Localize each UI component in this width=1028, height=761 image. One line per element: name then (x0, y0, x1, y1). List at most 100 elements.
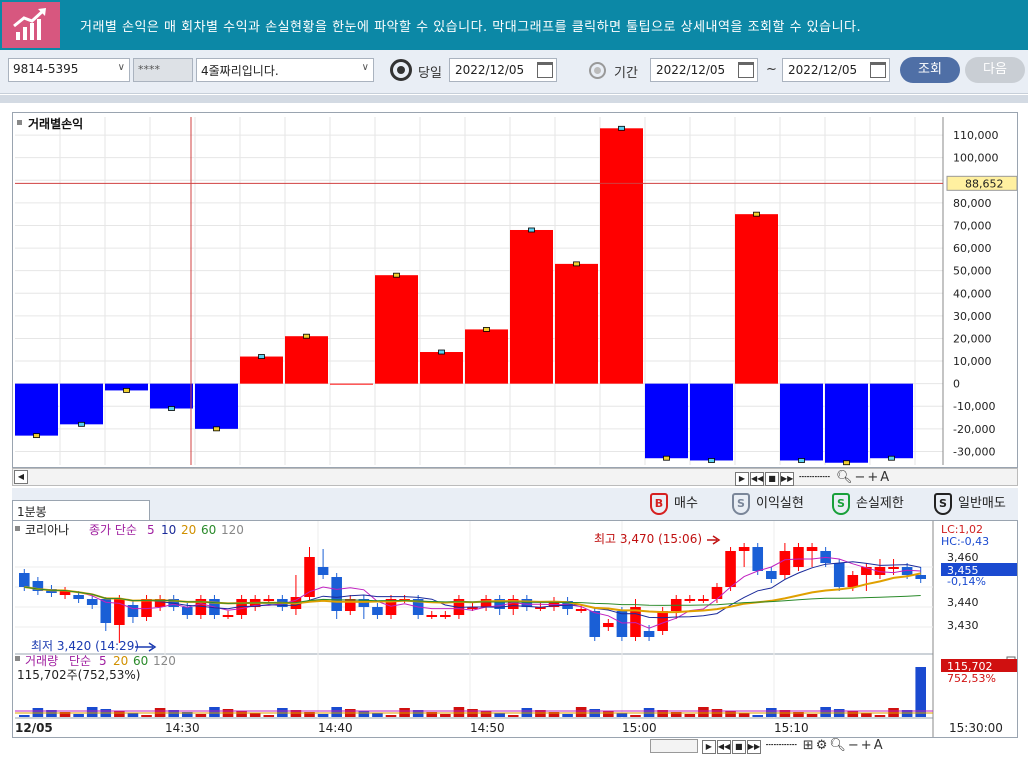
candle (766, 571, 777, 579)
volume-bar (630, 715, 641, 717)
password-field[interactable]: **** (133, 58, 193, 82)
volume-bar (331, 707, 342, 717)
grid-icon[interactable]: ⊞ (803, 738, 814, 753)
candle (181, 607, 193, 615)
pnl-bar[interactable] (870, 383, 913, 459)
calendar-icon[interactable] (870, 62, 886, 78)
pnl-bar[interactable] (420, 352, 463, 384)
calendar-icon[interactable] (537, 62, 553, 78)
trade-marker (303, 333, 310, 339)
candle (331, 577, 342, 611)
today-date-field[interactable]: 2022/12/05 (449, 58, 557, 82)
zoom-icon[interactable]: 🔍︎ (836, 470, 853, 485)
search-button[interactable]: 조회 (900, 57, 960, 83)
stop-icon[interactable]: ■ (765, 472, 779, 486)
section-divider (0, 95, 1028, 103)
legend-stop-loss: S 손실제한 (832, 492, 904, 518)
price-chart[interactable]: 코리아나 종가 단순 5 10 20 60 120 LC:1,02 HC:-0,… (13, 521, 1017, 737)
next-button[interactable]: 다음 (965, 57, 1025, 83)
trade-marker (483, 327, 490, 332)
ytick-3430: 3,430 (947, 619, 979, 632)
pnl-bar[interactable] (555, 263, 598, 384)
legend-buy: B 매수 (650, 492, 698, 518)
pnl-bar[interactable] (465, 329, 508, 384)
y-tick-label: 60,000 (953, 242, 992, 255)
scroll-right-icon[interactable]: ▶ (735, 472, 749, 486)
candle (263, 599, 275, 601)
minus-icon[interactable]: − (854, 470, 865, 485)
banner-text: 거래별 손익은 매 회차별 수익과 손실현황을 한눈에 파악할 수 있습니다. … (80, 20, 862, 35)
pnl-bar[interactable] (15, 383, 58, 436)
pnl-bar[interactable] (195, 383, 238, 429)
ytick-3460: 3,460 (947, 551, 979, 564)
pnl-chart[interactable]: 110,000100,00090,00080,00070,00060,00050… (13, 113, 1018, 467)
minus-icon[interactable]: − (848, 738, 859, 753)
period-start-field[interactable]: 2022/12/05 (650, 58, 758, 82)
text-size-icon[interactable]: A (874, 738, 883, 753)
xlabel-cursor-time: 15:30:00 (949, 721, 1003, 735)
settings-icon[interactable]: ⚙︎ (816, 738, 828, 753)
y-tick-label: 80,000 (953, 197, 992, 210)
trade-marker (78, 421, 85, 427)
pnl-bar[interactable] (735, 214, 778, 384)
vol-ma-5: 5 (99, 654, 107, 668)
ma-period-5: 5 (147, 523, 155, 537)
trade-marker (753, 211, 760, 217)
xlabel-date: 12/05 (15, 721, 53, 735)
pnl-bar[interactable] (60, 383, 103, 425)
pnl-bar[interactable] (510, 229, 553, 384)
candle (616, 611, 628, 637)
tab-1min[interactable]: 1분봉 (12, 500, 150, 520)
candle (888, 567, 899, 569)
account-name-select[interactable]: 4줄짜리입니다. ∨ (196, 58, 374, 82)
plus-icon[interactable]: + (867, 470, 878, 485)
pnl-bar[interactable] (600, 128, 643, 384)
ma-period-60: 60 (201, 523, 216, 537)
pnl-bar[interactable] (690, 383, 733, 461)
rewind-icon[interactable]: ◀◀ (750, 472, 764, 486)
period-end-field[interactable]: 2022/12/05 (782, 58, 890, 82)
calendar-icon[interactable] (738, 62, 754, 78)
plus-icon[interactable]: + (861, 738, 872, 753)
zoom-slider-icon[interactable]: ┄┄┄┄ (766, 738, 797, 753)
y-tick-label: 100,000 (953, 152, 999, 165)
pnl-bar[interactable] (150, 383, 193, 409)
pnl-chart-panel: 110,000100,00090,00080,00070,00060,00050… (12, 112, 1018, 468)
pnl-bar[interactable] (240, 356, 283, 384)
fast-forward-icon[interactable]: ▶▶ (746, 740, 761, 754)
zoom-slider-icon[interactable]: ┄┄┄┄ (799, 470, 830, 485)
period-radio-icon[interactable] (589, 62, 606, 79)
vol-ma-60: 60 (133, 654, 148, 668)
pnl-bar[interactable] (330, 383, 373, 385)
account-select[interactable]: 9814-5395 ∨ (8, 58, 130, 82)
text-size-icon[interactable]: A (880, 470, 889, 485)
zoom-icon[interactable]: 🔍︎ (829, 738, 846, 753)
candle (86, 599, 98, 605)
chevron-down-icon[interactable]: ∨ (362, 62, 369, 73)
y-tick-label: 0 (953, 378, 960, 391)
pnl-bar[interactable] (780, 383, 823, 461)
pnl-bar[interactable] (285, 336, 328, 384)
pnl-bar[interactable] (375, 275, 418, 384)
target-icon[interactable] (390, 59, 412, 81)
pnl-scrollbar[interactable]: ◀ ▶ ◀◀ ■ ▶▶ ┄┄┄┄ 🔍︎ − + A (12, 468, 1018, 486)
y-tick-label: -10,000 (953, 400, 995, 413)
y-tick-label: -20,000 (953, 423, 995, 436)
pnl-bar[interactable] (825, 383, 868, 463)
volume-bar (698, 707, 709, 717)
fast-forward-icon[interactable]: ▶▶ (780, 472, 794, 486)
trade-marker (393, 272, 400, 278)
pnl-bar[interactable] (645, 383, 688, 459)
trade-marker (33, 433, 40, 439)
buy-marker-icon: B (650, 492, 668, 515)
chevron-down-icon[interactable]: ∨ (118, 62, 125, 73)
volume-bar (820, 707, 831, 717)
price-scroll-track[interactable] (650, 738, 698, 753)
stop-icon[interactable]: ■ (731, 740, 746, 754)
candle (698, 599, 709, 601)
pnl-chart-title: 거래별손익 (28, 116, 83, 131)
scroll-left-icon[interactable]: ◀ (14, 470, 28, 484)
scroll-right-icon[interactable]: ▶ (701, 740, 716, 754)
rewind-icon[interactable]: ◀◀ (716, 740, 731, 754)
chart-tab-bar: 1분봉 B 매수 S 이익실현 S 손실제한 S 일반매도 (12, 488, 1018, 520)
